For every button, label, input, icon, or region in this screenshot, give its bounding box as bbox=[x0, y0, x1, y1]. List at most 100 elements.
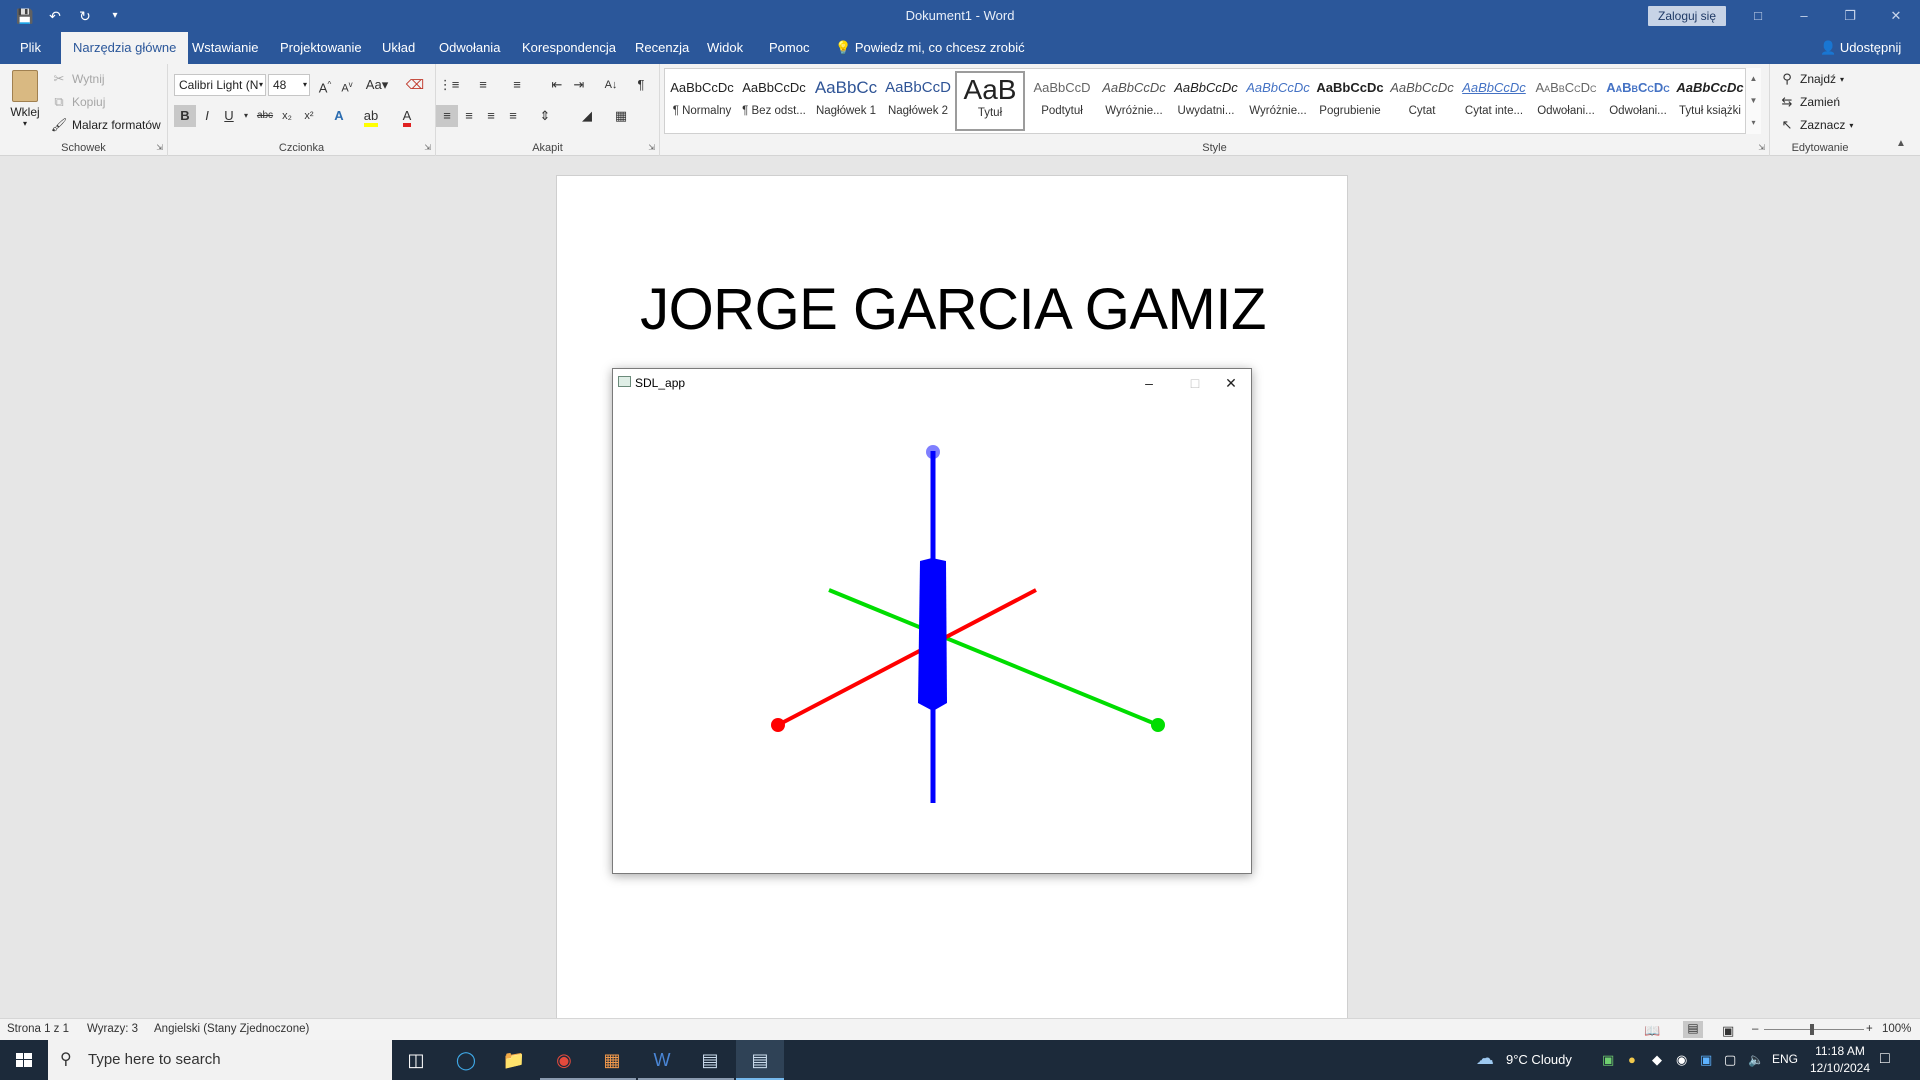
decrease-indent-icon[interactable]: ⇤ bbox=[546, 74, 568, 96]
tab-review[interactable]: Recenzja bbox=[623, 32, 701, 64]
align-right-icon[interactable]: ≡ bbox=[480, 105, 502, 127]
clear-formatting-icon[interactable]: ⌫ bbox=[404, 74, 426, 96]
tray-app-icon-3[interactable]: ◆ bbox=[1652, 1052, 1662, 1068]
paste-button[interactable]: Wklej ▾ bbox=[8, 70, 42, 134]
underline-button[interactable]: U bbox=[218, 105, 240, 127]
italic-button[interactable]: I bbox=[196, 105, 218, 127]
style-intense-reference[interactable]: AaBbCcDc Odwołani... bbox=[1603, 71, 1673, 131]
collapse-ribbon-icon[interactable]: ▲ bbox=[1896, 138, 1906, 149]
zoom-slider[interactable] bbox=[1764, 1029, 1864, 1030]
clipboard-launcher-icon[interactable]: ⇲ bbox=[156, 143, 163, 152]
align-center-icon[interactable]: ≡ bbox=[458, 105, 480, 127]
language-indicator[interactable]: Angielski (Stany Zjednoczone) bbox=[154, 1023, 309, 1035]
change-case-button[interactable]: Aa▾ bbox=[362, 74, 392, 96]
clock[interactable]: 11:18 AM 12/10/2024 bbox=[1808, 1043, 1872, 1077]
style-no-spacing[interactable]: AaBbCcDc ¶ Bez odst... bbox=[739, 71, 809, 131]
font-launcher-icon[interactable]: ⇲ bbox=[424, 143, 431, 152]
justify-icon[interactable]: ≡ bbox=[502, 105, 524, 127]
print-layout-icon[interactable]: ▤ bbox=[1683, 1021, 1703, 1038]
styles-gallery-scrollbar[interactable]: ▲ ▼ ▾ bbox=[1745, 68, 1761, 134]
font-name-box[interactable]: Calibri Light (N ▾ bbox=[174, 74, 266, 96]
more-icon[interactable]: ▾ bbox=[1746, 112, 1761, 134]
share-button[interactable]: 👤 Udostępnij bbox=[1808, 32, 1913, 64]
minimize-icon[interactable]: – bbox=[1784, 4, 1824, 28]
page-count[interactable]: Strona 1 z 1 bbox=[7, 1023, 69, 1035]
zoom-level[interactable]: 100% bbox=[1882, 1023, 1911, 1035]
zoom-in-icon[interactable]: + bbox=[1866, 1023, 1873, 1035]
style-book-title[interactable]: AaBbCcDc Tytuł książki bbox=[1675, 71, 1745, 131]
select-button[interactable]: ↖ Zaznacz ▾ bbox=[1778, 116, 1854, 134]
style-subtitle[interactable]: AaBbCcD Podtytuł bbox=[1027, 71, 1097, 131]
pilcrow-icon[interactable]: ¶ bbox=[630, 74, 652, 96]
chevron-up-icon[interactable]: ▲ bbox=[1746, 68, 1761, 90]
cut-button[interactable]: ✂ Wytnij bbox=[50, 70, 105, 88]
word-count[interactable]: Wyrazy: 3 bbox=[87, 1023, 138, 1035]
minimize-icon[interactable]: – bbox=[1127, 371, 1171, 395]
terminal-window-icon[interactable]: ▤ bbox=[686, 1040, 734, 1080]
tab-design[interactable]: Projektowanie bbox=[268, 32, 374, 64]
zoom-out-icon[interactable]: – bbox=[1752, 1023, 1758, 1035]
restore-icon[interactable]: ❐ bbox=[1830, 4, 1870, 28]
tell-me-box[interactable]: 💡 Powiedz mi, co chcesz zrobić bbox=[823, 32, 1037, 64]
shading-icon[interactable]: ◢ bbox=[576, 105, 598, 127]
shrink-font-button[interactable]: Av bbox=[336, 74, 358, 96]
bold-button[interactable]: B bbox=[174, 105, 196, 127]
font-color-button[interactable]: A bbox=[396, 105, 418, 127]
read-mode-icon[interactable]: 📖 bbox=[1644, 1023, 1660, 1039]
ribbon-display-options-icon[interactable]: □ bbox=[1738, 4, 1778, 28]
font-size-box[interactable]: 48 ▾ bbox=[268, 74, 310, 96]
grow-font-button[interactable]: A^ bbox=[314, 74, 336, 96]
numbering-icon[interactable]: ≡ bbox=[472, 74, 494, 96]
copy-button[interactable]: ⧉ Kopiuj bbox=[50, 93, 105, 111]
tab-file[interactable]: Plik bbox=[8, 32, 53, 64]
styles-launcher-icon[interactable]: ⇲ bbox=[1758, 143, 1765, 152]
weather-widget[interactable]: 9°C Cloudy bbox=[1506, 1052, 1572, 1067]
line-spacing-icon[interactable]: ⇕ bbox=[534, 105, 556, 127]
style-subtle-emphasis[interactable]: AaBbCcDc Wyróżnie... bbox=[1099, 71, 1169, 131]
format-painter-button[interactable]: 🖌 Malarz formatów bbox=[50, 116, 161, 134]
sdl-app-taskbar-icon[interactable]: ▤ bbox=[736, 1040, 784, 1080]
file-explorer-icon[interactable]: 📁 bbox=[490, 1040, 538, 1080]
edge-icon[interactable]: ◯ bbox=[442, 1040, 490, 1080]
close-icon[interactable]: ✕ bbox=[1876, 4, 1916, 28]
close-icon[interactable]: ✕ bbox=[1209, 371, 1253, 395]
text-effects-icon[interactable]: A bbox=[328, 105, 350, 127]
multilevel-list-icon[interactable]: ≡ bbox=[506, 74, 528, 96]
notifications-icon[interactable]: □ bbox=[1880, 1050, 1890, 1068]
axes-render-canvas[interactable] bbox=[613, 397, 1251, 873]
tab-mailings[interactable]: Korespondencja bbox=[510, 32, 628, 64]
style-title[interactable]: AaB Tytuł bbox=[955, 71, 1025, 131]
tab-view[interactable]: Widok bbox=[695, 32, 755, 64]
tray-app-icon[interactable]: ▣ bbox=[1602, 1052, 1614, 1068]
style-emphasis[interactable]: AaBbCcDc Uwydatni... bbox=[1171, 71, 1241, 131]
style-strong[interactable]: AaBbCcDc Pogrubienie bbox=[1315, 71, 1385, 131]
tray-app-icon-2[interactable]: ● bbox=[1628, 1052, 1636, 1067]
chrome-icon[interactable]: ◉ bbox=[540, 1040, 588, 1080]
bullets-icon[interactable]: ⋮≡ bbox=[438, 74, 460, 96]
sign-in-button[interactable]: Zaloguj się bbox=[1648, 6, 1726, 26]
input-language[interactable]: ENG bbox=[1772, 1052, 1798, 1066]
tab-layout[interactable]: Układ bbox=[370, 32, 427, 64]
style-heading-1[interactable]: AaBbCc Nagłówek 1 bbox=[811, 71, 881, 131]
style-intense-emphasis[interactable]: AaBbCcDc Wyróżnie... bbox=[1243, 71, 1313, 131]
tray-app-icon-4[interactable]: ◉ bbox=[1676, 1052, 1687, 1068]
increase-indent-icon[interactable]: ⇥ bbox=[568, 74, 590, 96]
find-button[interactable]: ⚲ Znajdź ▾ bbox=[1778, 70, 1844, 88]
style-subtle-reference[interactable]: AaBbCcDc Odwołani... bbox=[1531, 71, 1601, 131]
style-quote[interactable]: AaBbCcDc Cytat bbox=[1387, 71, 1457, 131]
tray-app-icon-5[interactable]: ▣ bbox=[1700, 1052, 1712, 1068]
style-normal[interactable]: AaBbCcDc ¶ Normalny bbox=[667, 71, 737, 131]
volume-icon[interactable]: 🔈 bbox=[1748, 1052, 1764, 1068]
tab-references[interactable]: Odwołania bbox=[427, 32, 512, 64]
style-intense-quote[interactable]: AaBbCcDc Cytat inte... bbox=[1459, 71, 1529, 131]
word-icon[interactable]: W bbox=[638, 1040, 686, 1080]
sort-icon[interactable]: A↓ bbox=[600, 74, 622, 96]
task-view-icon[interactable]: ◫ bbox=[392, 1040, 440, 1080]
network-icon[interactable]: ▢ bbox=[1724, 1052, 1736, 1068]
taskbar-search[interactable]: ⚲ Type here to search bbox=[48, 1040, 392, 1080]
borders-icon[interactable]: ▦ bbox=[610, 105, 632, 127]
web-layout-icon[interactable]: ▣ bbox=[1722, 1023, 1734, 1039]
subscript-button[interactable]: x₂ bbox=[276, 105, 298, 127]
sdl-app-window[interactable]: SDL_app – □ ✕ bbox=[612, 368, 1252, 874]
align-left-icon[interactable]: ≡ bbox=[436, 105, 458, 127]
